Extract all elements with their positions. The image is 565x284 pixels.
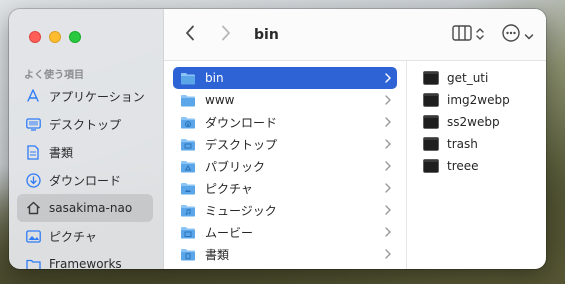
forward-button[interactable] xyxy=(214,23,238,47)
sidebar-item-home[interactable]: sasakima-nao xyxy=(17,194,153,222)
list-item-label: ダウンロード xyxy=(205,115,278,130)
chevron-right-icon xyxy=(385,199,391,221)
close-button[interactable] xyxy=(29,31,41,43)
exec-icon xyxy=(423,115,439,129)
chevron-right-icon xyxy=(385,221,391,243)
chevron-right-icon xyxy=(385,89,391,111)
column-view-icon xyxy=(452,25,472,45)
chevron-right-icon xyxy=(221,25,231,45)
list-item-label: bin xyxy=(205,71,224,85)
chevron-left-icon xyxy=(185,25,195,45)
chevron-updown-icon xyxy=(476,26,484,45)
main-area: bin bin www ダウンロード デスクトップ パブリック ピクチャ ミュー… xyxy=(164,9,546,269)
list-item-trash[interactable]: trash xyxy=(417,133,546,155)
list-item-label: 書類 xyxy=(205,247,230,262)
sidebar-item-frameworks[interactable]: Frameworks xyxy=(17,250,153,269)
list-item-music[interactable]: ミュージック xyxy=(173,199,397,221)
sidebar-item-applications[interactable]: アプリケーション xyxy=(17,82,153,110)
list-item-treee[interactable]: treee xyxy=(417,155,546,177)
list-item-img2webp[interactable]: img2webp xyxy=(417,89,546,111)
sidebar-item-label: sasakima-nao xyxy=(49,201,133,215)
list-item-label: get_uti xyxy=(447,71,489,85)
list-item-label: treee xyxy=(447,159,479,173)
column-browser: bin www ダウンロード デスクトップ パブリック ピクチャ ミュージック … xyxy=(164,61,546,269)
list-item-label: img2webp xyxy=(447,93,510,107)
list-item-pictures[interactable]: ピクチャ xyxy=(173,177,397,199)
folder-icon xyxy=(179,92,197,108)
list-item-label: ミュージック xyxy=(205,203,277,218)
chevron-right-icon xyxy=(385,155,391,177)
pictures-icon xyxy=(25,228,41,244)
download-icon xyxy=(25,172,41,188)
list-item-label: ムービー xyxy=(205,225,254,240)
exec-icon xyxy=(423,93,439,107)
list-item-ss2webp[interactable]: ss2webp xyxy=(417,111,546,133)
list-item-label: ピクチャ xyxy=(205,181,253,196)
music-folder-icon xyxy=(179,202,197,218)
sidebar-item-label: デスクトップ xyxy=(49,117,122,132)
list-item-public[interactable]: パブリック xyxy=(173,155,397,177)
list-item-label: パブリック xyxy=(205,159,266,174)
desktop-icon xyxy=(25,116,41,132)
chevron-right-icon xyxy=(385,133,391,155)
home-icon xyxy=(25,200,41,216)
folder-icon xyxy=(25,256,41,269)
sidebar-section-favorites: よく使う項目 xyxy=(24,70,84,81)
movies-folder-icon xyxy=(179,224,197,240)
list-item-documents[interactable]: 書類 xyxy=(173,243,397,265)
list-item-get-uti[interactable]: get_uti xyxy=(417,67,546,89)
list-item-movies[interactable]: ムービー xyxy=(173,221,397,243)
window-controls xyxy=(29,31,81,43)
list-item-label: ss2webp xyxy=(447,115,500,129)
documents-folder-icon xyxy=(179,246,197,262)
folder-icon xyxy=(179,70,197,86)
view-mode-button[interactable] xyxy=(452,23,484,47)
list-item-desktop[interactable]: デスクトップ xyxy=(173,133,397,155)
desktop-folder-icon xyxy=(179,136,197,152)
list-item-label: www xyxy=(205,93,235,107)
exec-icon xyxy=(423,159,439,173)
list-item-www[interactable]: www xyxy=(173,89,397,111)
list-item-label: trash xyxy=(447,137,478,151)
chevron-right-icon xyxy=(385,243,391,265)
exec-icon xyxy=(423,137,439,151)
minimize-button[interactable] xyxy=(49,31,61,43)
pictures-folder-icon xyxy=(179,180,197,196)
download-folder-icon xyxy=(179,114,197,130)
sidebar: よく使う項目 アプリケーション デスクトップ 書類 ダウンロード sasakim… xyxy=(9,9,164,269)
sidebar-item-label: ピクチャ xyxy=(49,229,97,244)
sidebar-item-label: アプリケーション xyxy=(49,89,145,104)
chevron-right-icon xyxy=(385,67,391,89)
chevron-down-icon xyxy=(524,26,534,45)
list-item-downloads[interactable]: ダウンロード xyxy=(173,111,397,133)
chevron-right-icon xyxy=(385,111,391,133)
finder-window: よく使う項目 アプリケーション デスクトップ 書類 ダウンロード sasakim… xyxy=(9,9,546,269)
list-item-label: デスクトップ xyxy=(205,137,278,152)
exec-icon xyxy=(423,71,439,85)
sidebar-item-documents[interactable]: 書類 xyxy=(17,138,153,166)
document-icon xyxy=(25,144,41,160)
sidebar-item-label: ダウンロード xyxy=(49,173,122,188)
more-actions-button[interactable] xyxy=(502,23,534,47)
applications-icon xyxy=(25,88,41,104)
ellipsis-circle-icon xyxy=(502,24,520,46)
sidebar-item-label: Frameworks xyxy=(49,257,122,269)
sidebar-item-pictures[interactable]: ピクチャ xyxy=(17,222,153,250)
sidebar-item-downloads[interactable]: ダウンロード xyxy=(17,166,153,194)
column-home: bin www ダウンロード デスクトップ パブリック ピクチャ ミュージック … xyxy=(164,61,407,269)
window-title: bin xyxy=(254,26,279,43)
toolbar: bin xyxy=(164,9,546,61)
back-button[interactable] xyxy=(178,23,202,47)
column-bin: get_uti img2webp ss2webp trash treee xyxy=(407,61,546,269)
public-folder-icon xyxy=(179,158,197,174)
list-item-bin[interactable]: bin xyxy=(173,67,397,89)
sidebar-item-label: 書類 xyxy=(49,145,74,160)
sidebar-item-desktop[interactable]: デスクトップ xyxy=(17,110,153,138)
chevron-right-icon xyxy=(385,177,391,199)
zoom-button[interactable] xyxy=(69,31,81,43)
